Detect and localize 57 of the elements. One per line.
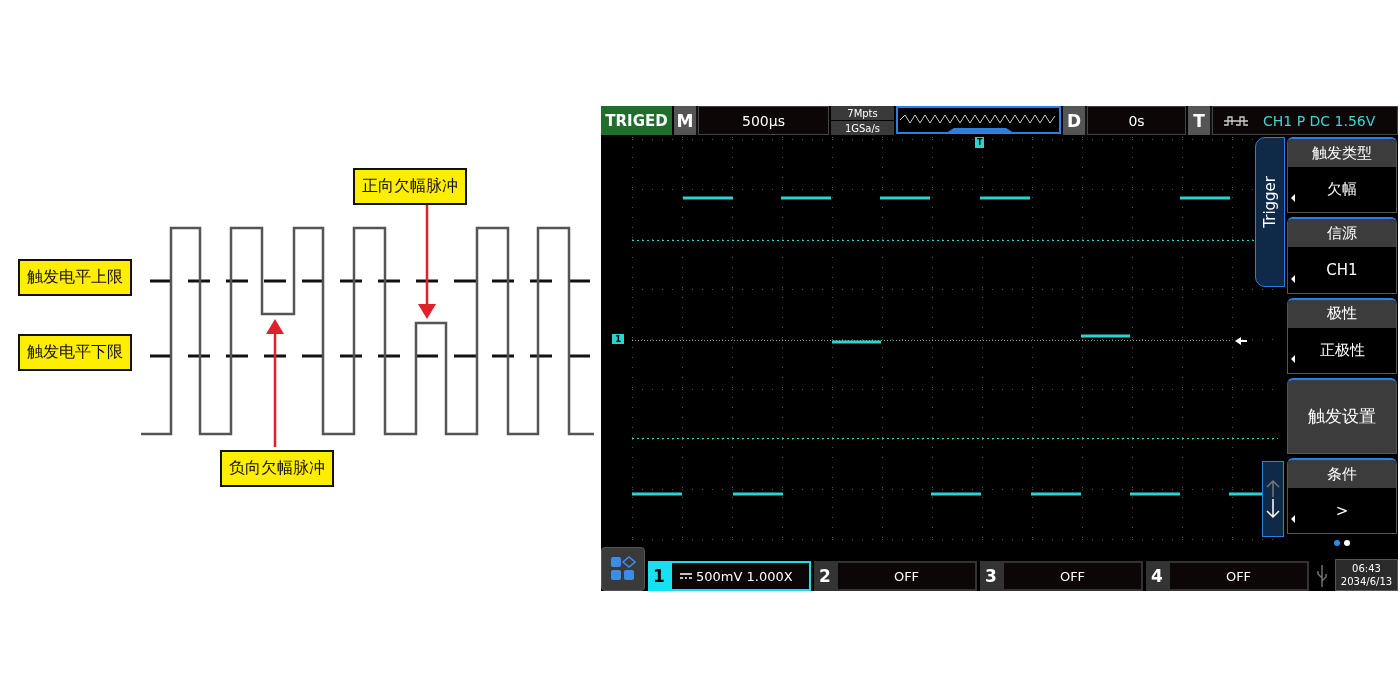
menu-option-value: 正极性 [1318,339,1366,361]
left-triangle-icon [1291,515,1295,524]
memory-depth: 7Mpts [831,106,894,121]
menu-option-label: 触发类型 [1288,139,1396,168]
channel-number: 3 [984,565,998,588]
level-label: 触发电平上限 [18,259,132,296]
channel-number: 2 [818,565,832,588]
channel-marker: 1 [612,334,625,345]
channel-control[interactable]: 4 OFF [1146,561,1309,591]
channel-setting: 500mV 1.000X [696,568,793,584]
menu-action-button[interactable]: 触发设置 [1287,377,1397,454]
channel-number: 4 [1150,565,1164,588]
menu-option[interactable]: 信源 CH1 [1287,217,1397,294]
trigger-setting: CH1 P DC 1.56V [1263,112,1376,129]
sample-rate: 1GSa/s [831,121,894,136]
menu-option[interactable]: 条件 > [1287,458,1397,535]
menu-option-value: 欠幅 [1326,179,1358,201]
delay-value[interactable]: 0s [1087,106,1186,136]
left-triangle-icon [1291,354,1295,363]
channel-control[interactable]: 3 OFF [980,561,1143,591]
channel-setting: OFF [1225,568,1252,584]
channel-control[interactable]: 1 500mV 1.000X [648,561,811,591]
channel-setting: OFF [893,568,920,584]
channel-number: 1 [652,565,666,588]
usb-icon [1316,564,1328,588]
menu-option-label: 极性 [1288,299,1396,328]
menu-option-label: 条件 [1288,460,1396,488]
menu-option[interactable]: 触发类型 欠幅 [1287,137,1397,214]
timebase-key[interactable]: M [674,106,696,136]
channel-control[interactable]: 2 OFF [814,561,977,591]
scroll-arrows-icon[interactable] [1262,461,1284,538]
level-label: 触发电平下限 [18,334,132,371]
page-dot[interactable] [1344,540,1350,547]
channel-setting: OFF [1059,568,1086,584]
left-triangle-icon [1291,194,1295,203]
delay-key[interactable]: D [1063,106,1085,136]
page-dot[interactable] [1334,540,1340,547]
apps-icon [610,556,636,582]
trigger-marker: T [975,137,985,149]
callout-label: 负向欠幅脉冲 [220,450,334,487]
left-triangle-icon [1291,274,1295,283]
menu-option-value: > [1334,500,1350,522]
callout-label: 正向欠幅脉冲 [353,168,467,205]
clock-time: 06:43 [1352,562,1381,575]
apps-button[interactable] [601,547,645,591]
clock-date: 2034/6/13 [1340,575,1393,588]
trigger-info[interactable]: CH1 P DC 1.56V [1212,106,1398,136]
menu-option-value: CH1 [1325,260,1359,281]
trigger-edge-icon [1223,114,1249,127]
menu-option-label: 信源 [1288,219,1396,248]
side-menu-tab[interactable]: Trigger [1255,137,1285,288]
timebase-value[interactable]: 500µs [698,106,829,136]
trigger-key[interactable]: T [1188,106,1210,136]
menu-option[interactable]: 极性 正极性 [1287,297,1397,374]
trigger-status: TRIGED [601,106,672,136]
dc-coupling-icon [680,573,692,579]
trigger-level-arrow-icon [1235,337,1247,346]
